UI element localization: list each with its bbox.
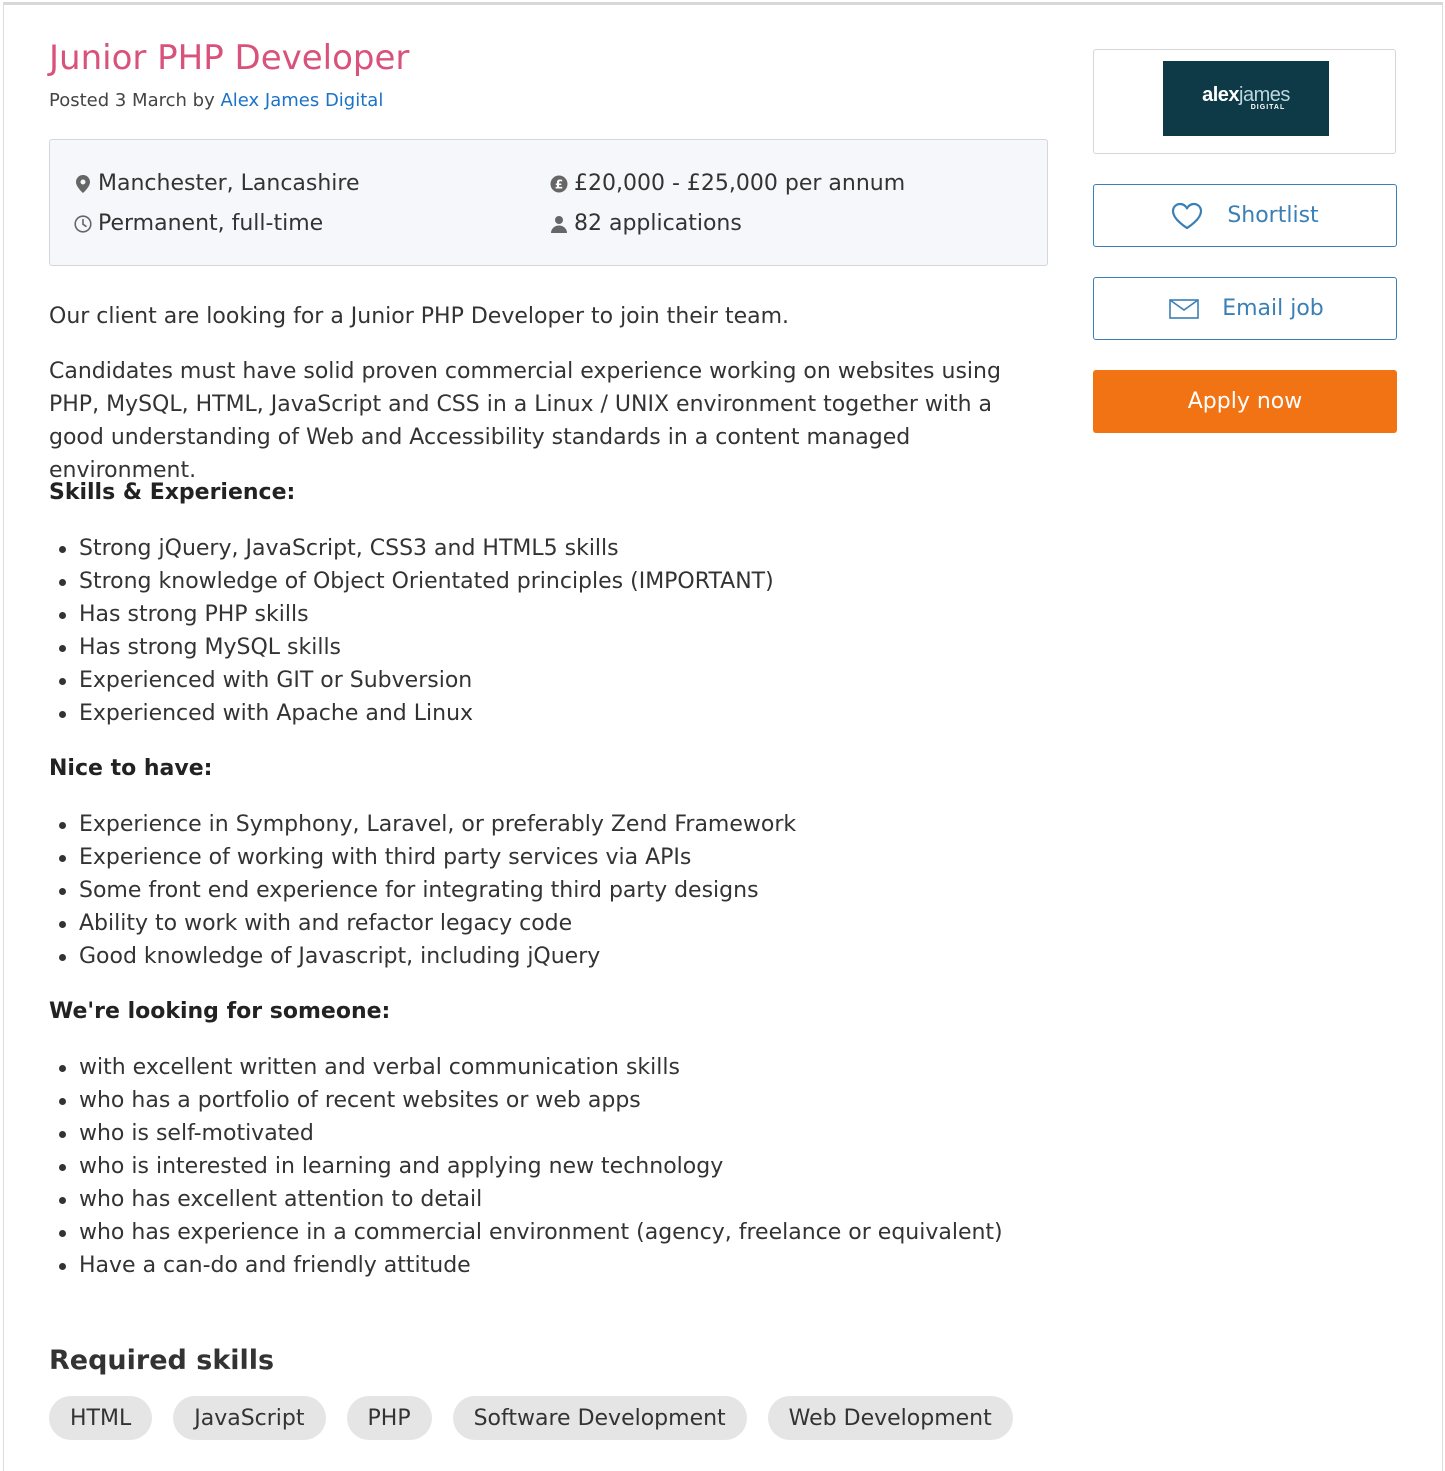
required-skills-title: Required skills [49,1345,275,1376]
nice-to-have-heading: Nice to have: [49,756,213,781]
svg-text:£: £ [555,177,563,191]
logo-word-james: james [1239,84,1290,106]
posted-line: Posted 3 March by Alex James Digital [49,90,383,111]
skill-chip[interactable]: JavaScript [173,1396,326,1440]
list-item: Experience in Symphony, Laravel, or pref… [49,808,796,841]
list-item: Experienced with Apache and Linux [49,697,774,730]
job-title: Junior PHP Developer [49,38,410,78]
applications-text: 82 applications [574,211,742,236]
company-logo: alexjames DIGITAL [1163,61,1329,136]
shortlist-button[interactable]: Shortlist [1093,184,1397,247]
map-pin-icon [72,173,94,195]
list-item: who has excellent attention to detail [49,1183,1003,1216]
heart-outline-icon [1171,202,1203,230]
person-icon [548,213,570,235]
list-item: Experience of working with third party s… [49,841,796,874]
list-item: Has strong MySQL skills [49,631,774,664]
applications-item: 82 applications [548,211,742,236]
list-item: Ability to work with and refactor legacy… [49,907,796,940]
list-item: who has a portfolio of recent websites o… [49,1084,1003,1117]
list-item: who has experience in a commercial envir… [49,1216,1003,1249]
skill-chip[interactable]: Web Development [767,1396,1013,1440]
description-requirements: Candidates must have solid proven commer… [49,359,1001,483]
clock-icon [72,213,94,235]
company-logo-box[interactable]: alexjames DIGITAL [1093,49,1396,154]
list-item: Strong jQuery, JavaScript, CSS3 and HTML… [49,532,774,565]
list-item: Have a can-do and friendly attitude [49,1249,1003,1282]
list-item: who is self-motivated [49,1117,1003,1150]
list-item: Some front end experience for integratin… [49,874,796,907]
list-item: who is interested in learning and applyi… [49,1150,1003,1183]
list-item: Has strong PHP skills [49,598,774,631]
salary-item: £ £20,000 - £25,000 per annum [548,171,905,196]
skills-heading: Skills & Experience: [49,480,296,505]
logo-word-alex: alex [1202,84,1240,106]
looking-for-list: with excellent written and verbal commun… [49,1051,1003,1282]
logo-tagline: DIGITAL [1250,104,1286,111]
looking-for-heading: We're looking for someone: [49,999,391,1024]
salary-text: £20,000 - £25,000 per annum [574,171,906,196]
list-item: Experienced with GIT or Subversion [49,664,774,697]
location-text: Manchester, Lancashire [98,171,360,196]
apply-now-button[interactable]: Apply now [1093,370,1397,433]
email-job-label: Email job [1222,296,1324,321]
envelope-icon [1169,298,1199,319]
job-type-item: Permanent, full-time [72,211,323,236]
posted-date: Posted 3 March by [49,90,221,111]
email-job-button[interactable]: Email job [1093,277,1397,340]
skills-list: Strong jQuery, JavaScript, CSS3 and HTML… [49,532,774,730]
job-type-text: Permanent, full-time [98,211,324,236]
shortlist-label: Shortlist [1227,203,1319,228]
pound-coin-icon: £ [548,173,570,195]
required-skills-chips: HTML JavaScript PHP Software Development… [49,1396,1013,1440]
skill-chip[interactable]: PHP [346,1396,432,1440]
skill-chip[interactable]: Software Development [452,1396,747,1440]
nice-to-have-list: Experience in Symphony, Laravel, or pref… [49,808,796,973]
description-intro: Our client are looking for a Junior PHP … [49,304,790,329]
job-summary-box: Manchester, Lancashire £ £20,000 - £25,0… [49,139,1048,266]
location-item: Manchester, Lancashire [72,171,360,196]
recruiter-link[interactable]: Alex James Digital [220,90,383,111]
list-item: with excellent written and verbal commun… [49,1051,1003,1084]
list-item: Strong knowledge of Object Orientated pr… [49,565,774,598]
skill-chip[interactable]: HTML [49,1396,153,1440]
list-item: Good knowledge of Javascript, including … [49,940,796,973]
